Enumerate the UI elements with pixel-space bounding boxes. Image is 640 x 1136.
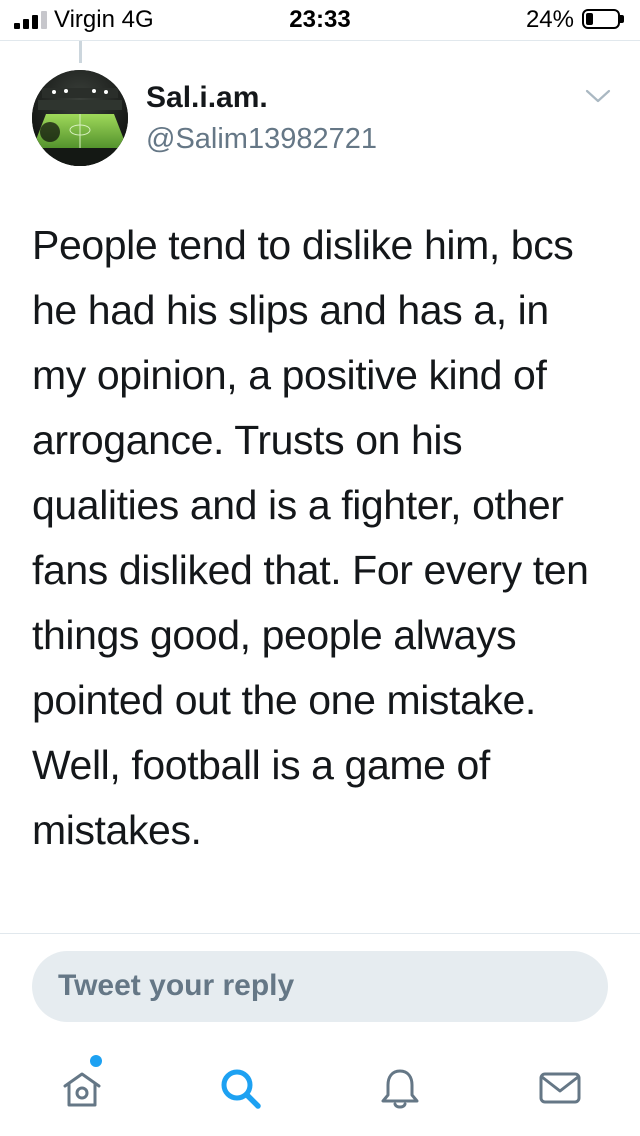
home-icon (63, 1072, 101, 1107)
chevron-down-icon[interactable] (584, 86, 612, 106)
status-divider (0, 40, 640, 41)
battery-percentage: 24% (525, 6, 574, 33)
avatar[interactable] (32, 70, 128, 166)
author-display-name[interactable]: Sal.i.am. (146, 80, 377, 116)
tab-home[interactable] (58, 1064, 106, 1112)
tab-search[interactable] (216, 1064, 264, 1112)
tweet-text: People tend to dislike him, bcs he had h… (32, 222, 589, 853)
mail-icon (539, 1072, 581, 1104)
tab-notifications[interactable] (376, 1064, 424, 1112)
tab-messages[interactable] (536, 1064, 584, 1112)
battery-icon (582, 9, 626, 31)
thread-connector-line (79, 41, 82, 63)
reply-input[interactable]: Tweet your reply (32, 951, 608, 1022)
status-bar: Virgin 4G 23:33 24% (0, 0, 640, 40)
notification-dot (90, 1055, 102, 1067)
reply-placeholder: Tweet your reply (58, 969, 295, 1002)
search-icon (221, 1069, 261, 1109)
reply-divider (0, 933, 640, 934)
bell-icon (381, 1069, 419, 1109)
author-handle[interactable]: @Salim13982721 (146, 122, 377, 156)
tab-bar (0, 1040, 640, 1136)
tweet-author[interactable]: Sal.i.am. @Salim13982721 (146, 80, 377, 156)
